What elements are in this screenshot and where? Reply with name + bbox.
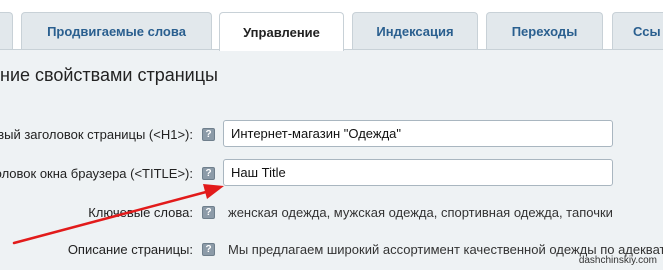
h1-help-icon[interactable]: ?	[202, 128, 215, 141]
watermark: dashchinskiy.com	[578, 255, 657, 266]
h1-label: вый заголовок страницы (<H1>):	[0, 127, 193, 142]
tab-transitions[interactable]: Переходы	[486, 12, 603, 50]
tab-previous[interactable]	[0, 12, 13, 50]
section-title: ние свойствами страницы	[0, 65, 218, 85]
tab-promoted-words[interactable]: Продвигаемые слова	[21, 12, 212, 50]
description-label: Описание страницы:	[67, 242, 193, 257]
keywords-value: женская одежда, мужская одежда, спортивн…	[228, 205, 613, 220]
tab-links[interactable]: Ссы	[612, 12, 663, 50]
tab-management[interactable]: Управление	[219, 12, 344, 51]
title-label: головок окна браузера (<TITLE>):	[0, 166, 193, 181]
keywords-label: Ключевые слова:	[88, 205, 193, 220]
keywords-help-icon[interactable]: ?	[202, 206, 215, 219]
title-help-icon[interactable]: ?	[202, 167, 215, 180]
h1-input[interactable]: Интернет-магазин "Одежда"	[223, 120, 613, 147]
description-help-icon[interactable]: ?	[202, 243, 215, 256]
tab-indexing[interactable]: Индексация	[352, 12, 478, 50]
tab-bar: Продвигаемые слова Управление Индексация…	[0, 0, 663, 51]
page-properties-panel: ние свойствами страницы вый заголовок ст…	[0, 49, 663, 270]
title-input[interactable]: Наш Title	[223, 159, 613, 186]
